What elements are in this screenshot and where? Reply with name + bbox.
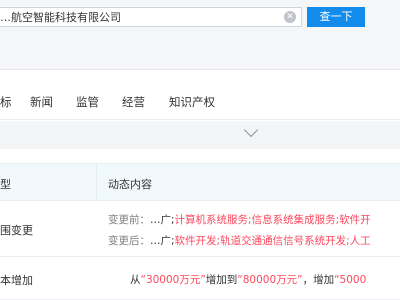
before-line: 变更前：…广;计算机系统服务;信息系统集成服务;软件开 (108, 212, 371, 227)
tab-intellectual-property[interactable]: 知识产权 (169, 94, 215, 110)
from-word: 从 (130, 274, 141, 286)
before-value: 计算机系统服务;信息系统集成服务;软件开 (174, 214, 371, 226)
row-type: 围变更 (0, 224, 33, 237)
column-header-type: 型 (0, 178, 11, 191)
tab-supervision[interactable]: 监管 (76, 94, 99, 110)
row-type: 本增加 (0, 274, 33, 287)
before-label: 变更前： (108, 214, 150, 226)
search-box[interactable]: ✕ (0, 7, 302, 27)
clear-icon[interactable]: ✕ (284, 11, 296, 23)
after-prefix: …广; (150, 235, 175, 247)
tab-news[interactable]: 新闻 (30, 94, 53, 110)
expand-area (0, 121, 400, 149)
capital-line: 从“30000万元”增加到“80000万元”，增加“5000 (130, 272, 366, 287)
chevron-down-icon[interactable] (243, 122, 259, 138)
table-row: 围变更 变更前：…广;计算机系统服务;信息系统集成服务;软件开 变更后：…广;软… (0, 201, 400, 257)
tab-label[interactable]: 标 (0, 94, 12, 110)
before-prefix: …广; (150, 214, 175, 226)
after-line: 变更后：…广;软件开发;轨道交通通信信号系统开发;人工 (108, 233, 371, 248)
to-value: “80000万元” (237, 274, 303, 286)
increase-word: ，增加 (302, 274, 335, 286)
after-label: 变更后： (108, 235, 150, 247)
tab-operations[interactable]: 经营 (122, 94, 145, 110)
search-button[interactable]: 查一下 (307, 7, 365, 27)
top-search-bar: ✕ 查一下 (0, 0, 400, 70)
table-row: 本增加 从“30000万元”增加到“80000万元”，增加“5000 (0, 258, 400, 300)
search-input[interactable] (0, 8, 270, 26)
to-word: 增加到 (205, 274, 238, 286)
column-header-content: 动态内容 (108, 178, 152, 191)
company-tab-nav: 标 新闻 监管 经营 知识产权 (0, 70, 400, 120)
from-value: “30000万元” (140, 274, 206, 286)
table-header: 型 动态内容 (0, 163, 400, 201)
after-value: 软件开发;轨道交通通信信号系统开发;人工 (174, 235, 371, 247)
increase-value: “5000 (334, 274, 367, 286)
